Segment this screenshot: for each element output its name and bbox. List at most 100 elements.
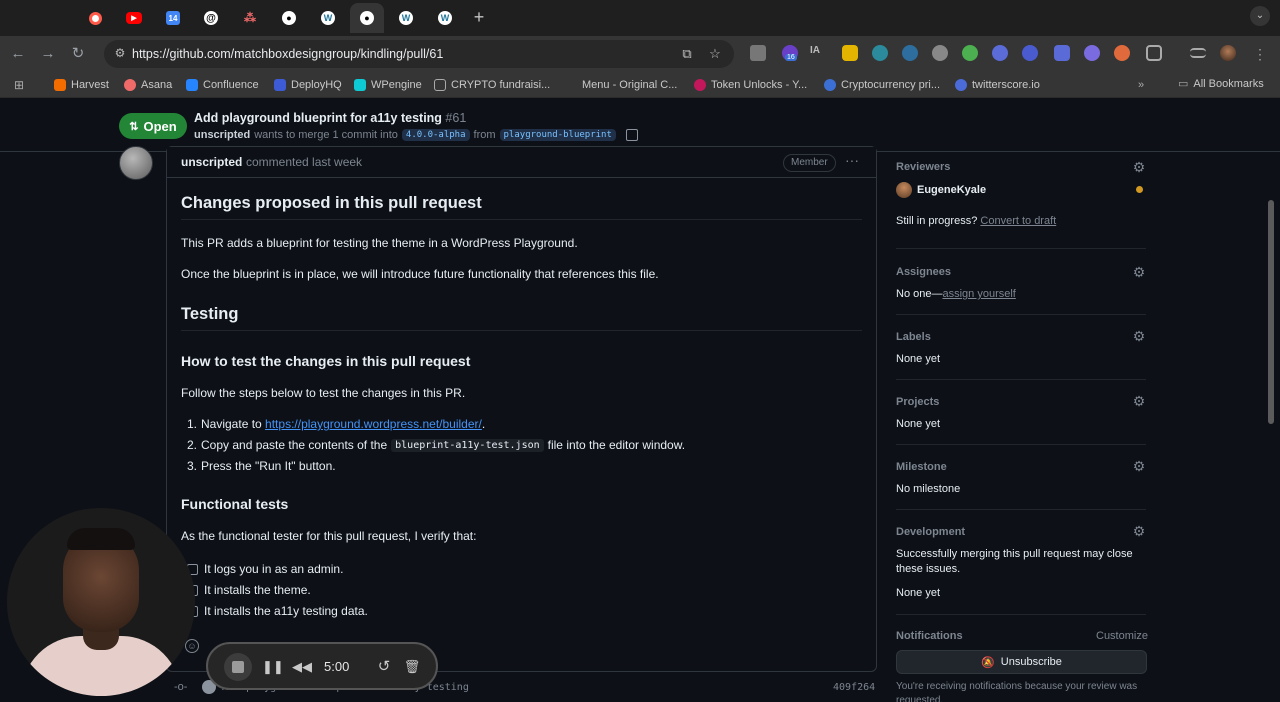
bookmark-deployhq[interactable]: DeployHQ — [274, 77, 342, 93]
playground-builder-link[interactable]: https://playground.wordpress.net/builder… — [265, 417, 482, 431]
notifications-heading: Notifications — [896, 630, 963, 642]
review-pending-dot — [1136, 186, 1143, 193]
reload-icon[interactable]: ↻ — [68, 44, 88, 64]
step-text: Navigate to — [201, 417, 262, 431]
follow-paragraph: Follow the steps below to test the chang… — [181, 386, 466, 400]
extension-badge: 16 — [785, 54, 797, 61]
reviewer-name[interactable]: EugeneKyale — [917, 184, 986, 196]
sidebar-divider — [896, 509, 1146, 510]
extension-icon[interactable] — [962, 45, 978, 61]
extension-icon[interactable] — [842, 45, 858, 61]
bookmark-token-unlocks[interactable]: Token Unlocks - Y... — [694, 77, 807, 93]
extensions-puzzle-icon[interactable] — [1146, 45, 1162, 61]
bell-slash-icon: 🔕 — [981, 656, 995, 669]
github-tab[interactable]: ● — [277, 6, 301, 30]
url-text[interactable]: https://github.com/matchboxdesigngroup/k… — [132, 47, 443, 61]
harvest-icon — [54, 79, 66, 91]
assignees-gear-icon[interactable]: ⚙ — [1131, 264, 1147, 280]
bookmark-crypto[interactable]: CRYPTO fundraisi... — [434, 77, 550, 93]
wordpress-tab[interactable]: W — [433, 6, 457, 30]
bookmark-star-icon[interactable]: ☆ — [706, 45, 724, 63]
stop-recording-button[interactable] — [224, 653, 252, 681]
development-gear-icon[interactable]: ⚙ — [1131, 523, 1147, 539]
labels-heading[interactable]: Labels — [896, 331, 931, 343]
trash-icon[interactable]: 🗑 — [402, 656, 422, 678]
all-bookmarks[interactable]: ▭ All Bookmarks — [1178, 77, 1264, 90]
forward-arrow-icon[interactable]: → — [38, 44, 58, 64]
extension-icon[interactable] — [1022, 45, 1038, 61]
pr-title[interactable]: Add playground blueprint for a11y testin… — [194, 111, 466, 125]
pr-number: #61 — [445, 111, 467, 125]
github-tab-active[interactable]: ● — [350, 3, 384, 33]
extension-icon[interactable] — [872, 45, 888, 61]
calendar-tab[interactable]: 14 — [161, 6, 185, 30]
reading-list-icon[interactable] — [1190, 48, 1206, 58]
author-avatar[interactable] — [119, 146, 153, 180]
development-heading[interactable]: Development — [896, 526, 965, 538]
reviewers-heading[interactable]: Reviewers — [896, 161, 950, 173]
back-arrow-icon[interactable]: ← — [8, 44, 28, 64]
bookmarks-overflow-icon[interactable]: » — [1138, 77, 1144, 93]
assign-yourself-link[interactable]: assign yourself — [942, 288, 1015, 300]
wordpress-tab[interactable]: W — [316, 6, 340, 30]
bookmark-harvest[interactable]: Harvest — [54, 77, 109, 93]
base-branch[interactable]: 4.0.0-alpha — [401, 129, 470, 141]
convert-to-draft-link[interactable]: Convert to draft — [980, 215, 1056, 227]
threads-tab-icon: @ — [204, 11, 218, 25]
extension-icon[interactable] — [1084, 45, 1100, 61]
asana-tab[interactable]: ⁂ — [238, 6, 262, 30]
comment-author-link[interactable]: unscripted — [181, 155, 242, 169]
extension-icon[interactable] — [992, 45, 1008, 61]
projects-heading[interactable]: Projects — [896, 396, 939, 408]
commit-sha-link[interactable]: 409f264 — [833, 682, 875, 693]
address-bar[interactable]: ⚙ https://github.com/matchboxdesigngroup… — [104, 40, 734, 68]
apps-grid-icon[interactable]: ⊞ — [14, 77, 24, 93]
milestone-gear-icon[interactable]: ⚙ — [1131, 458, 1147, 474]
draft-prompt: Still in progress? Convert to draft — [896, 215, 1056, 227]
bookmark-wpengine[interactable]: WPengine — [354, 77, 422, 93]
bookmark-confluence[interactable]: Confluence — [186, 77, 259, 93]
bookmark-cryptocurrency[interactable]: Cryptocurrency pri... — [824, 77, 940, 93]
reviewers-gear-icon[interactable]: ⚙ — [1131, 159, 1147, 175]
comment-timestamp[interactable]: commented last week — [246, 155, 362, 169]
youtube-tab[interactable]: ▶ — [122, 6, 146, 30]
milestone-heading[interactable]: Milestone — [896, 461, 947, 473]
head-branch[interactable]: playground-blueprint — [499, 129, 616, 141]
extension-icon[interactable] — [1054, 45, 1070, 61]
site-info-icon[interactable]: ⚙ — [112, 45, 128, 61]
projects-gear-icon[interactable]: ⚙ — [1131, 393, 1147, 409]
record-tab[interactable] — [83, 6, 107, 30]
bookmark-twitterscore[interactable]: twitterscore.io — [955, 77, 1040, 93]
restart-icon[interactable]: ↺ — [374, 656, 394, 678]
unsubscribe-button[interactable]: 🔕 Unsubscribe — [896, 650, 1147, 674]
rewind-icon[interactable]: ◀◀ — [292, 656, 312, 678]
pause-icon[interactable]: ❚❚ — [262, 656, 284, 678]
extension-icon[interactable] — [902, 45, 918, 61]
bookmark-menu[interactable]: Menu - Original C... — [582, 77, 677, 93]
bookmark-asana[interactable]: Asana — [124, 77, 172, 93]
customize-notifications-link[interactable]: Customize — [1096, 630, 1148, 642]
ia-extension-icon[interactable]: IA — [810, 45, 826, 61]
install-app-icon[interactable]: ⧉ — [678, 45, 696, 63]
reviewer-avatar[interactable] — [896, 182, 912, 198]
bookmark-label: Asana — [141, 79, 173, 91]
browser-menu-icon[interactable]: ⋮ — [1250, 44, 1270, 64]
camera-extension-icon[interactable] — [750, 45, 766, 61]
profile-avatar[interactable] — [1220, 45, 1236, 61]
assignees-heading[interactable]: Assignees — [896, 266, 951, 278]
development-note-line2: these issues. — [896, 563, 961, 575]
labels-gear-icon[interactable]: ⚙ — [1131, 328, 1147, 344]
threads-tab[interactable]: @ — [199, 6, 223, 30]
comment-options-icon[interactable]: ··· — [845, 152, 859, 168]
pr-author-link[interactable]: unscripted — [194, 129, 250, 141]
copy-icon[interactable] — [625, 129, 638, 141]
extension-icon[interactable] — [1114, 45, 1130, 61]
bookmark-label: DeployHQ — [291, 79, 342, 91]
new-tab-button[interactable]: + — [470, 6, 488, 28]
tab-search-chevron-icon[interactable]: ⌄ — [1250, 6, 1270, 26]
token-unlocks-icon — [694, 79, 706, 91]
extension-icon[interactable] — [932, 45, 948, 61]
wordpress-tab[interactable]: W — [394, 6, 418, 30]
add-reaction-icon[interactable]: ☺ — [185, 639, 199, 653]
page-scrollbar[interactable] — [1268, 200, 1274, 424]
